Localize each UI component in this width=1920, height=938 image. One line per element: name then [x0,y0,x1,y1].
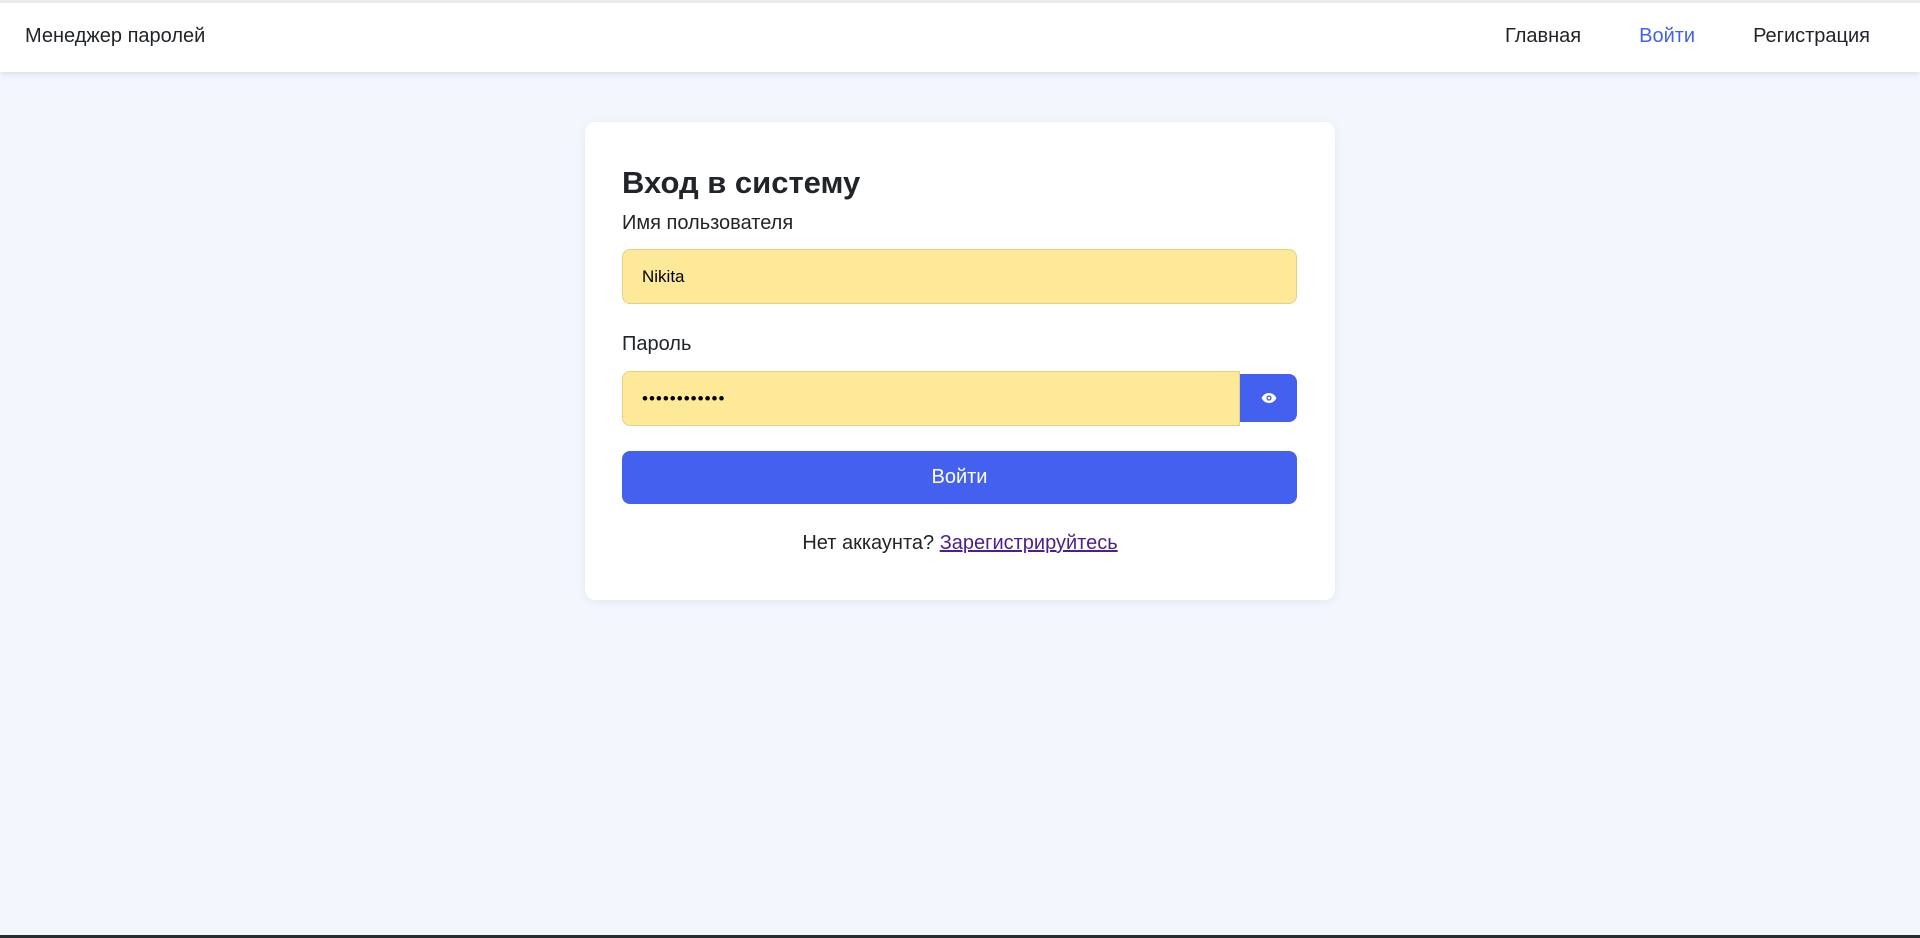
no-account-text: Нет аккаунта? [802,532,935,554]
password-label: Пароль [622,333,692,355]
register-prompt: Нет аккаунта? Зарегистрируйтесь [585,532,1335,555]
page-title: Вход в систему [622,165,861,200]
navbar: Менеджер паролей Главная Войти Регистрац… [0,0,1920,72]
nav-links: Главная Войти Регистрация [1447,25,1870,48]
login-submit-button[interactable]: Войти [622,451,1297,504]
username-label: Имя пользователя [622,212,794,234]
password-input[interactable] [622,371,1240,426]
nav-link-login[interactable]: Войти [1639,25,1695,48]
username-input[interactable] [622,249,1297,304]
brand-link[interactable]: Менеджер паролей [25,25,205,48]
nav-link-home[interactable]: Главная [1505,25,1581,48]
toggle-password-button[interactable] [1240,374,1297,422]
register-link[interactable]: Зарегистрируйтесь [940,532,1118,554]
nav-link-register[interactable]: Регистрация [1753,25,1870,48]
eye-icon [1261,393,1276,403]
login-card: Вход в систему Имя пользователя Пароль В… [585,122,1335,600]
